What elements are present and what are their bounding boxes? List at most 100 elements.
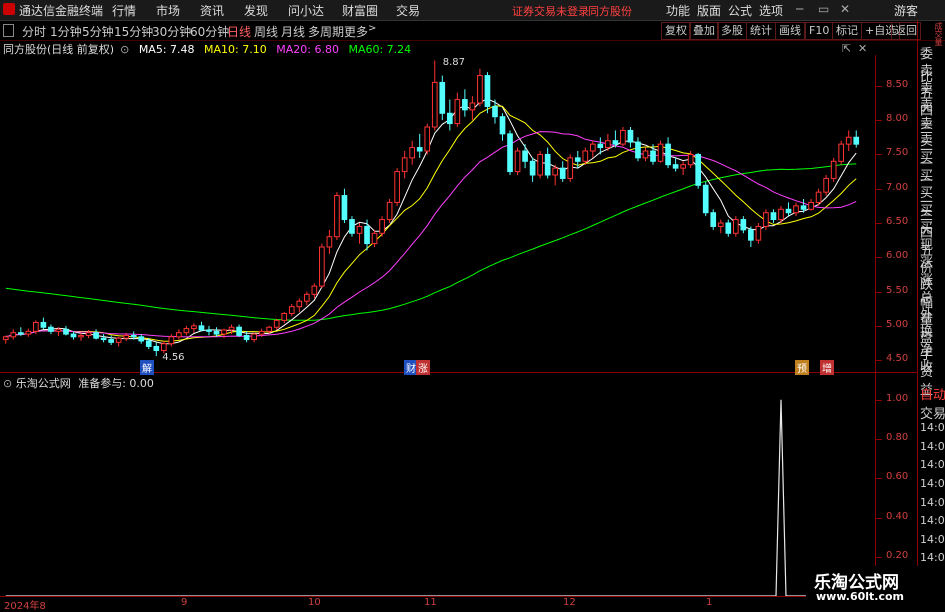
candle[interactable]: [288, 306, 295, 315]
candle[interactable]: [830, 160, 837, 179]
candle[interactable]: [17, 332, 24, 335]
event-marker-zhang[interactable]: 涨: [416, 360, 430, 375]
candle[interactable]: [605, 140, 611, 149]
candle[interactable]: [537, 153, 543, 176]
period-monthly[interactable]: 月线: [281, 23, 305, 40]
candle[interactable]: [303, 293, 310, 302]
candle[interactable]: [431, 81, 438, 128]
candle[interactable]: [40, 321, 47, 328]
candle[interactable]: [763, 212, 769, 227]
huaxian-button[interactable]: 画线: [775, 22, 805, 40]
candle[interactable]: [236, 326, 242, 336]
candle[interactable]: [409, 147, 416, 159]
menu-item-gongneng[interactable]: 功能: [666, 2, 690, 19]
candle[interactable]: [356, 225, 363, 234]
menu-item-xuanxiang[interactable]: 选项: [759, 2, 783, 19]
candle[interactable]: [544, 153, 551, 176]
candle[interactable]: [838, 143, 845, 162]
candle[interactable]: [63, 328, 69, 335]
candle[interactable]: [446, 112, 453, 125]
candle[interactable]: [115, 337, 122, 343]
candle[interactable]: [597, 143, 604, 149]
candle[interactable]: [251, 333, 257, 341]
candle[interactable]: [853, 136, 860, 145]
candle[interactable]: [168, 336, 175, 345]
biaoji-button[interactable]: 标记: [832, 22, 862, 40]
candle[interactable]: [845, 136, 852, 145]
candle[interactable]: [574, 157, 581, 162]
candle[interactable]: [642, 150, 649, 159]
candle[interactable]: [33, 321, 39, 332]
candle[interactable]: [153, 345, 160, 352]
candle[interactable]: [439, 81, 446, 114]
candle[interactable]: [469, 102, 476, 111]
candle[interactable]: [138, 336, 145, 342]
candle[interactable]: [627, 129, 634, 143]
candle[interactable]: [416, 147, 423, 152]
candle[interactable]: [612, 140, 619, 145]
candle[interactable]: [755, 225, 762, 241]
menu-item-caifuquan[interactable]: 财富圈: [342, 2, 378, 19]
menu-item-wenxiaoda[interactable]: 问小达: [288, 2, 324, 19]
candle[interactable]: [522, 150, 528, 162]
candle[interactable]: [725, 222, 732, 234]
candle[interactable]: [273, 319, 280, 328]
menu-item-gongshi[interactable]: 公式: [728, 2, 752, 19]
candle[interactable]: [680, 164, 686, 169]
period-5min[interactable]: 5分钟: [82, 23, 114, 40]
candle[interactable]: [10, 332, 17, 338]
candle[interactable]: [100, 337, 107, 341]
candle[interactable]: [477, 75, 483, 104]
candle[interactable]: [748, 229, 754, 241]
candle[interactable]: [717, 222, 724, 227]
expand-icon[interactable]: ⇱: [842, 42, 851, 55]
candle[interactable]: [145, 340, 152, 347]
candle[interactable]: [243, 334, 250, 341]
menu-item-faxian[interactable]: 发现: [244, 2, 268, 19]
candle[interactable]: [484, 75, 491, 107]
candle[interactable]: [281, 313, 288, 321]
candle[interactable]: [492, 105, 498, 118]
close-icon[interactable]: ✕: [840, 2, 850, 16]
menu-item-zixun[interactable]: 资讯: [200, 2, 224, 19]
candle[interactable]: [552, 167, 559, 176]
candle[interactable]: [341, 195, 348, 221]
guest-label[interactable]: 游客: [894, 2, 918, 19]
candle[interactable]: [319, 246, 325, 287]
candle[interactable]: [296, 300, 303, 308]
menu-item-shichang[interactable]: 市场: [156, 2, 180, 19]
period-fenshi[interactable]: 分时: [22, 23, 46, 40]
candle[interactable]: [266, 326, 273, 332]
panel-toggle-icon[interactable]: [3, 24, 14, 37]
candle[interactable]: [702, 184, 709, 214]
candle[interactable]: [770, 212, 777, 221]
candle[interactable]: [778, 208, 784, 221]
candle[interactable]: [559, 167, 566, 179]
candle[interactable]: [130, 334, 137, 338]
indicator-settings-icon[interactable]: ⊙: [3, 377, 12, 390]
candle[interactable]: [183, 328, 190, 334]
candle[interactable]: [85, 332, 92, 336]
candle[interactable]: [462, 99, 468, 111]
candle[interactable]: [176, 332, 182, 338]
menu-item-banmian[interactable]: 版面: [697, 2, 721, 19]
candle[interactable]: [454, 99, 461, 125]
candle[interactable]: [514, 150, 521, 173]
tongji-button[interactable]: 统计: [746, 22, 776, 40]
period-30min[interactable]: 30分钟: [152, 23, 191, 40]
candle[interactable]: [258, 330, 265, 335]
candle[interactable]: [672, 164, 679, 169]
event-marker-yu[interactable]: 预: [795, 360, 809, 375]
candle[interactable]: [665, 143, 671, 166]
candle[interactable]: [70, 333, 77, 338]
close-panel-icon[interactable]: ✕: [858, 42, 867, 55]
menu-item-hangqing[interactable]: 行情: [112, 2, 136, 19]
candle[interactable]: [55, 328, 62, 332]
candle[interactable]: [657, 143, 664, 162]
minimize-icon[interactable]: ─: [796, 2, 803, 16]
period-60min[interactable]: 60分钟: [190, 23, 229, 40]
period-weekly[interactable]: 周线: [254, 23, 278, 40]
fuquan-button[interactable]: 复权: [661, 22, 691, 40]
candle[interactable]: [326, 236, 333, 248]
candle[interactable]: [823, 177, 829, 193]
